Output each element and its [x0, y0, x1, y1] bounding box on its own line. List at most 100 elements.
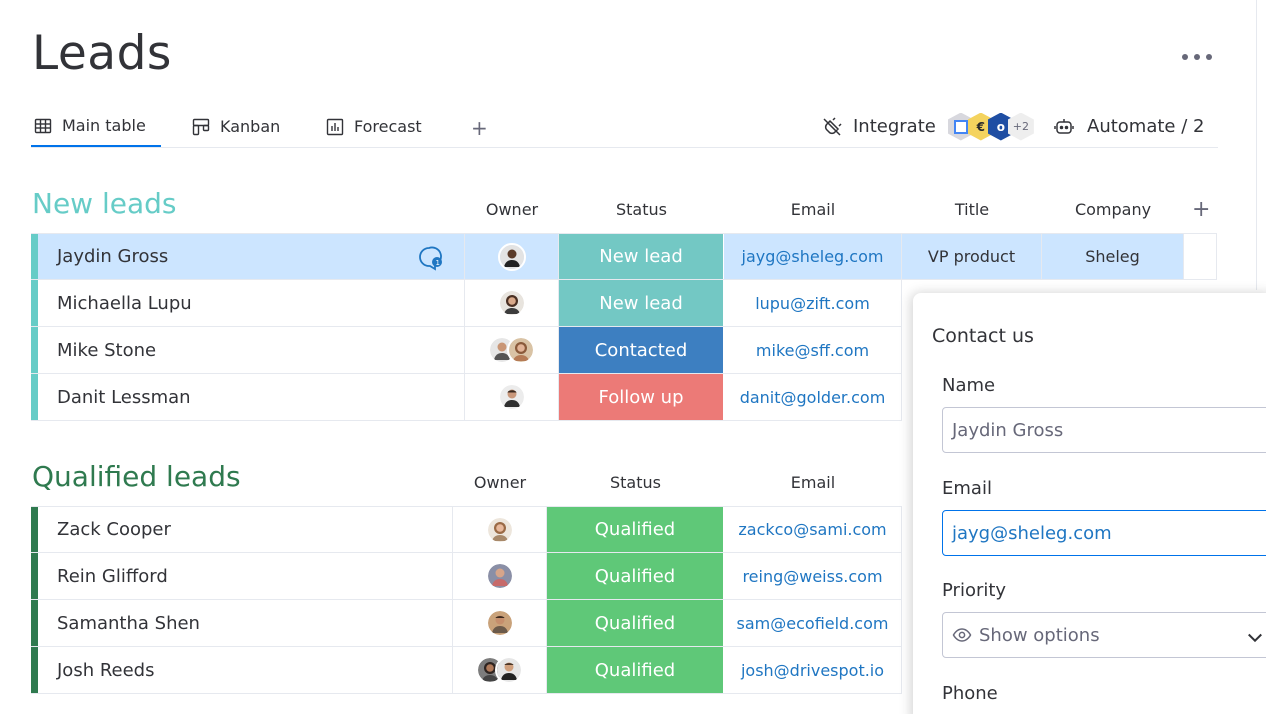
- name-field[interactable]: Jaydin Gross: [942, 407, 1266, 453]
- panel-edge: [1256, 0, 1266, 290]
- group-title-new-leads[interactable]: New leads: [32, 187, 177, 220]
- owner-cell[interactable]: [465, 234, 559, 279]
- email-field-value: jayg@sheleg.com: [952, 522, 1112, 544]
- email-cell[interactable]: lupu@zift.com: [724, 280, 902, 326]
- owner-cell[interactable]: [453, 647, 547, 693]
- more-options-icon[interactable]: [1176, 44, 1218, 70]
- lead-name-cell[interactable]: Josh Reeds: [38, 647, 453, 693]
- owner-avatar: [497, 289, 526, 317]
- email-field[interactable]: jayg@sheleg.com: [942, 510, 1266, 556]
- table-row[interactable]: Danit Lessman Follow up danit@golder.com: [31, 374, 902, 421]
- kanban-icon: [192, 118, 210, 135]
- email-cell[interactable]: danit@golder.com: [724, 374, 902, 420]
- add-view-button[interactable]: +: [471, 116, 488, 140]
- owner-avatar: [485, 562, 514, 590]
- owner-avatar: [485, 515, 514, 544]
- group-color-bar: [31, 507, 38, 552]
- column-header-title[interactable]: Title: [902, 200, 1042, 219]
- group-color-bar: [31, 600, 38, 646]
- owner-cell[interactable]: [453, 507, 547, 552]
- integrate-button[interactable]: Integrate € o +2: [821, 106, 1034, 147]
- group-color-bar: [31, 647, 38, 693]
- integrate-label: Integrate: [853, 116, 936, 137]
- add-column-button[interactable]: +: [1192, 197, 1210, 222]
- group-color-bar: [31, 374, 38, 420]
- lead-name-cell[interactable]: Mike Stone: [38, 327, 465, 373]
- group-title-qualified-leads[interactable]: Qualified leads: [32, 460, 241, 493]
- priority-select-placeholder: Show options: [979, 624, 1100, 646]
- owner-cell[interactable]: [465, 280, 559, 326]
- company-cell[interactable]: Sheleg: [1042, 234, 1184, 279]
- lead-name: Josh Reeds: [57, 659, 155, 681]
- lead-name-cell[interactable]: Danit Lessman: [38, 374, 465, 420]
- group-color-bar: [31, 280, 38, 326]
- status-cell[interactable]: Qualified: [547, 507, 724, 552]
- owner-cell[interactable]: [453, 553, 547, 599]
- column-header-owner[interactable]: Owner: [465, 200, 559, 219]
- plug-icon: [823, 116, 842, 136]
- table-row[interactable]: Samantha Shen Qualified sam@ecofield.com: [31, 600, 902, 647]
- table-row[interactable]: Rein Glifford Qualified reing@weiss.com: [31, 553, 902, 600]
- owner-cell[interactable]: [453, 600, 547, 646]
- tab-label: Forecast: [354, 117, 422, 136]
- status-cell[interactable]: Contacted: [559, 327, 724, 373]
- tab-label: Kanban: [220, 117, 281, 136]
- lead-name: Michaella Lupu: [57, 292, 192, 314]
- automate-label: Automate / 2: [1087, 116, 1205, 137]
- status-cell[interactable]: Follow up: [559, 374, 724, 420]
- table-row[interactable]: Zack Cooper Qualified zackco@sami.com: [31, 506, 902, 553]
- email-cell[interactable]: jayg@sheleg.com: [724, 234, 902, 279]
- owner-cell[interactable]: [465, 327, 559, 373]
- lead-name-cell[interactable]: Samantha Shen: [38, 600, 453, 646]
- chevron-down-icon: [1248, 633, 1262, 643]
- column-header-status[interactable]: Status: [559, 200, 724, 219]
- email-cell[interactable]: josh@drivespot.io: [724, 647, 902, 693]
- table-row[interactable]: Jaydin Gross 1 New lead jayg@sheleg.com …: [31, 233, 1217, 280]
- table-row[interactable]: Michaella Lupu New lead lupu@zift.com: [31, 280, 902, 327]
- integration-apps[interactable]: € o +2: [947, 112, 1034, 141]
- name-field-label: Name: [942, 375, 996, 396]
- automate-button[interactable]: Automate / 2: [1053, 106, 1204, 147]
- lead-name: Jaydin Gross: [57, 246, 169, 267]
- column-header-email[interactable]: Email: [724, 200, 902, 219]
- name-field-value: Jaydin Gross: [952, 419, 1064, 441]
- lead-name-cell[interactable]: Rein Glifford: [38, 553, 453, 599]
- status-cell[interactable]: Qualified: [547, 600, 724, 646]
- column-header-company[interactable]: Company: [1042, 200, 1184, 219]
- lead-name-cell[interactable]: Zack Cooper: [38, 507, 453, 552]
- lead-name-cell[interactable]: Michaella Lupu: [38, 280, 465, 326]
- owner-cell[interactable]: [465, 374, 559, 420]
- robot-icon: [1054, 118, 1074, 134]
- priority-field-label: Priority: [942, 580, 1007, 601]
- status-cell[interactable]: Qualified: [547, 553, 724, 599]
- column-header-owner[interactable]: Owner: [453, 473, 547, 492]
- tab-kanban[interactable]: Kanban: [189, 106, 282, 147]
- tab-main-table[interactable]: Main table: [31, 106, 161, 147]
- status-cell[interactable]: New lead: [559, 280, 724, 326]
- title-cell[interactable]: VP product: [902, 234, 1042, 279]
- owner-avatar: [507, 336, 535, 364]
- table-row[interactable]: Josh Reeds Qualified josh@drivespot.io: [31, 647, 902, 694]
- lead-name: Mike Stone: [57, 339, 157, 361]
- column-header-email[interactable]: Email: [724, 473, 902, 492]
- lead-name-cell[interactable]: Jaydin Gross 1: [38, 234, 465, 279]
- contact-form-panel: Contact us Name Jaydin Gross Email jayg@…: [913, 293, 1266, 714]
- tab-forecast[interactable]: Forecast: [323, 106, 424, 147]
- lead-name: Danit Lessman: [57, 386, 191, 408]
- email-cell[interactable]: zackco@sami.com: [724, 507, 902, 552]
- eye-icon: [952, 628, 972, 642]
- email-cell[interactable]: reing@weiss.com: [724, 553, 902, 599]
- owner-avatar: [497, 242, 526, 271]
- table-icon: [34, 118, 52, 133]
- status-cell[interactable]: Qualified: [547, 647, 724, 693]
- tab-label: Main table: [62, 116, 146, 135]
- email-cell[interactable]: mike@sff.com: [724, 327, 902, 373]
- status-cell[interactable]: New lead: [559, 234, 724, 279]
- lead-name: Zack Cooper: [57, 519, 171, 540]
- table-row[interactable]: Mike Stone Contacted mike@sff.com: [31, 327, 902, 374]
- email-cell[interactable]: sam@ecofield.com: [724, 600, 902, 646]
- column-header-status[interactable]: Status: [547, 473, 724, 492]
- priority-select[interactable]: Show options: [942, 612, 1266, 658]
- svg-text:1: 1: [436, 259, 440, 267]
- conversation-icon[interactable]: 1: [416, 245, 444, 271]
